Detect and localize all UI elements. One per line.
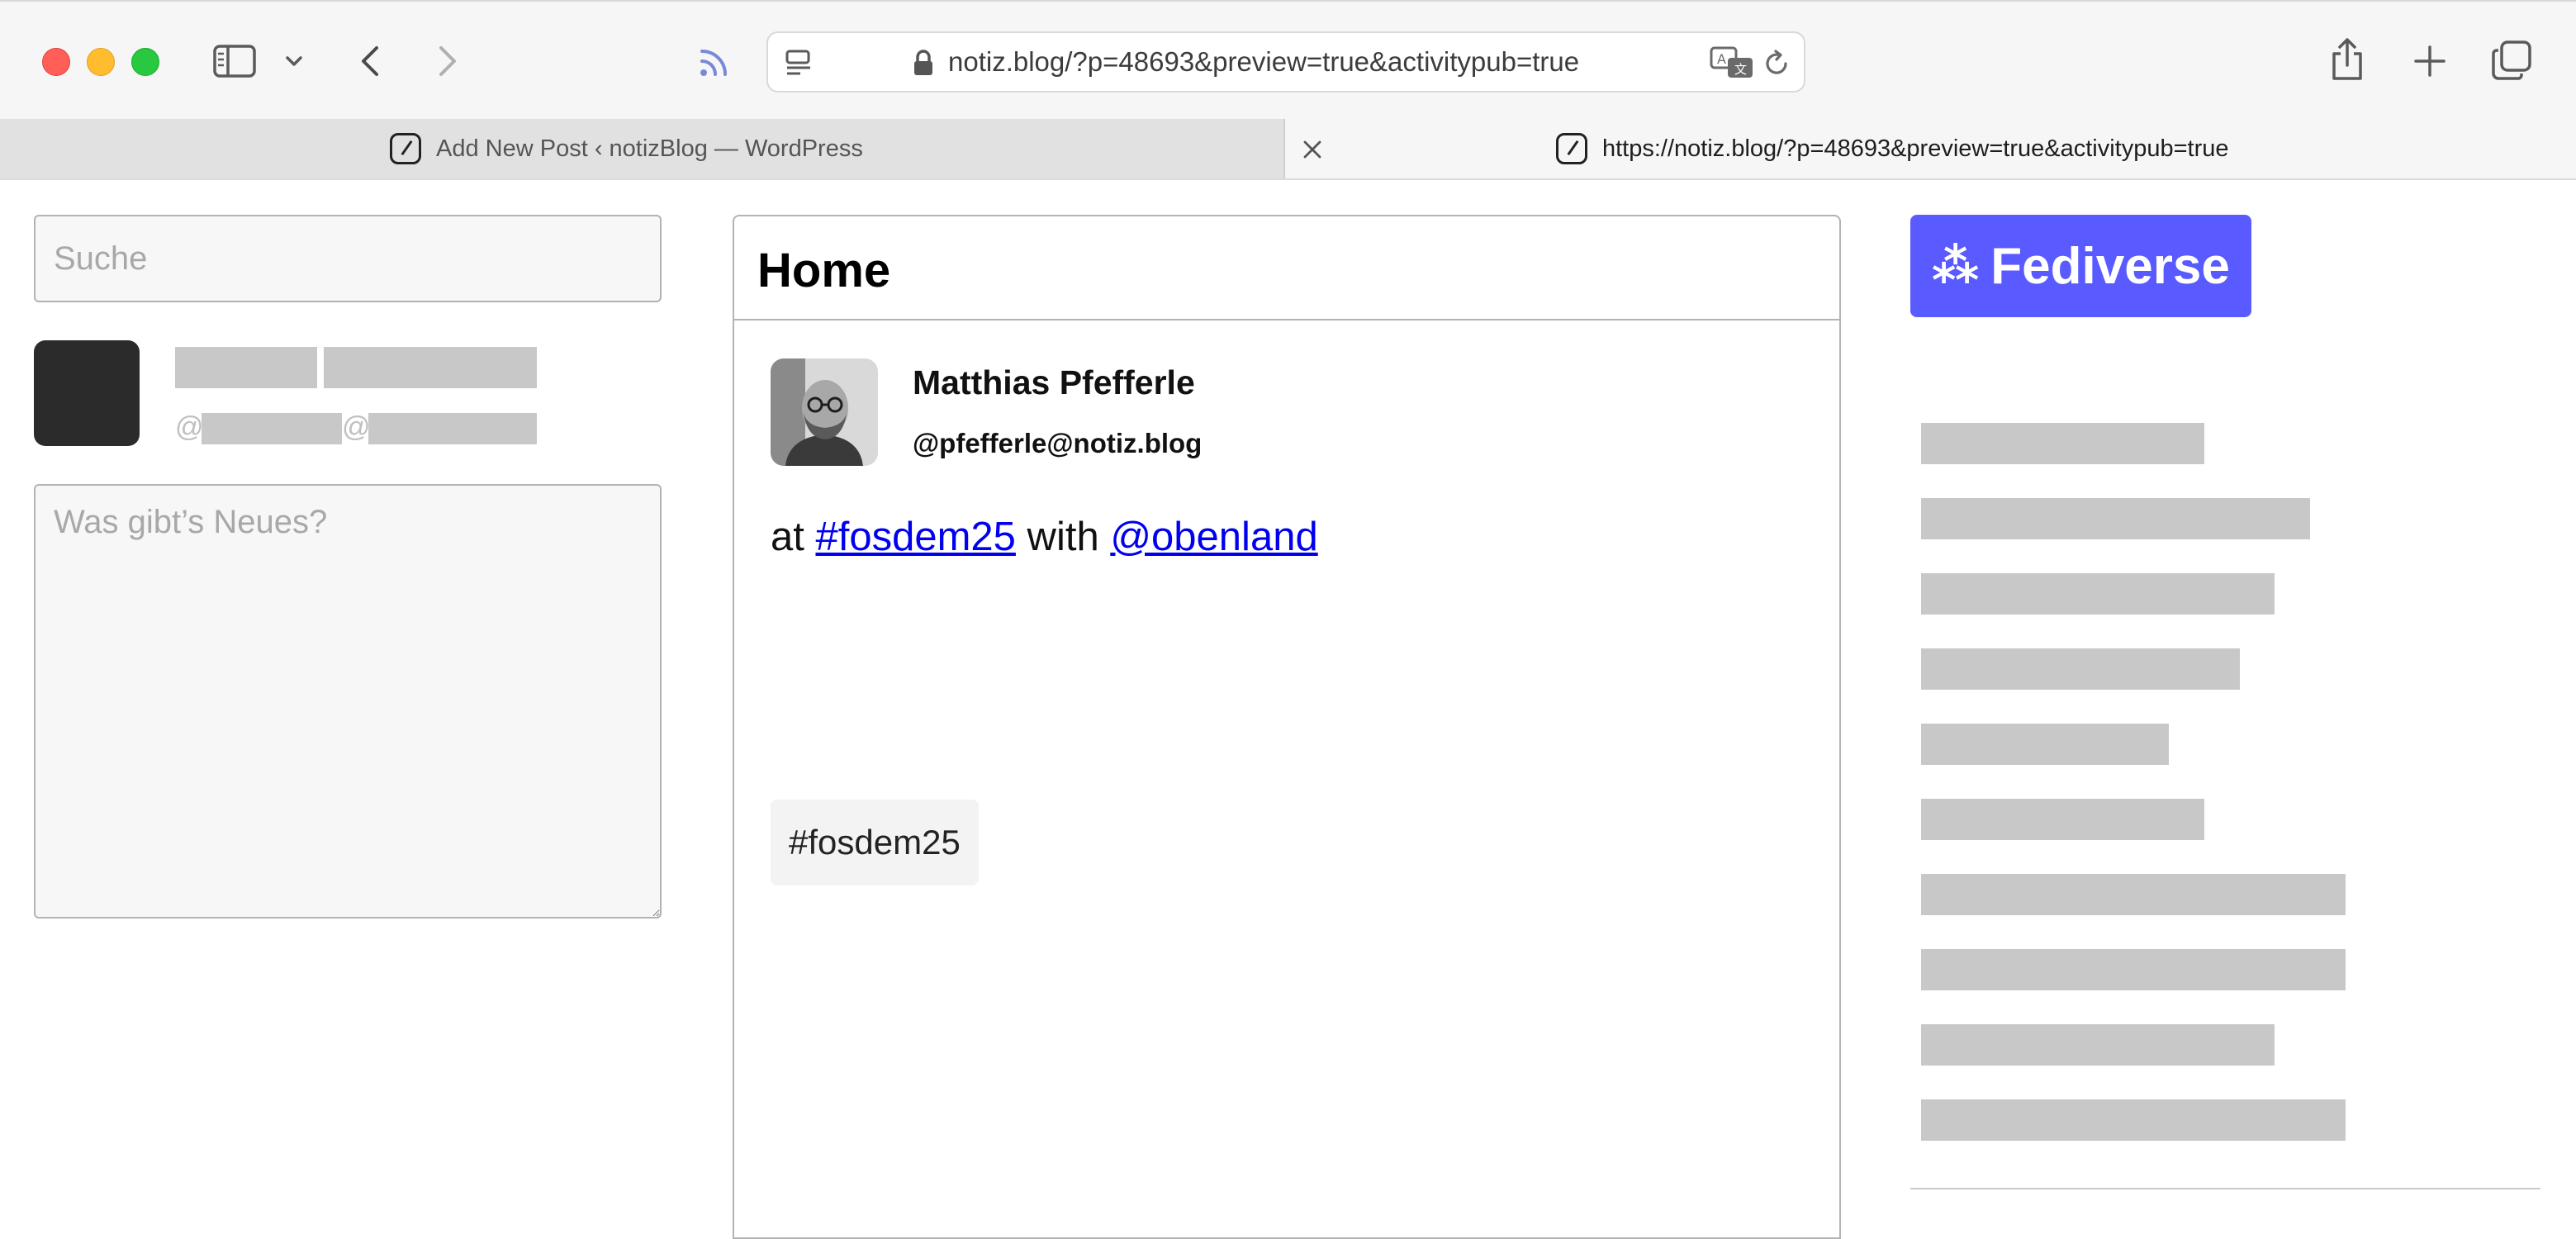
tab-label: https://notiz.blog/?p=48693&preview=true…	[1602, 135, 2229, 162]
compose-textarea[interactable]	[34, 484, 662, 919]
home-timeline: Home Matthias Pfefferle @pfefferle@notiz…	[733, 215, 1841, 1239]
url-text: notiz.blog/?p=48693&preview=true&activit…	[948, 46, 1580, 77]
reload-icon[interactable]	[1761, 48, 1792, 79]
nav-item-placeholder	[1921, 724, 2169, 765]
close-icon[interactable]	[1302, 139, 1323, 160]
author-handle[interactable]: @pfefferle@notiz.blog	[913, 428, 1202, 459]
address-bar[interactable]: notiz.blog/?p=48693&preview=true&activit…	[766, 31, 1805, 93]
post-text: at	[771, 515, 816, 559]
tab-add-new-post[interactable]: Add New Post ‹ notizBlog — WordPress	[0, 119, 1285, 178]
back-icon[interactable]	[355, 43, 385, 79]
share-icon[interactable]	[2327, 36, 2367, 83]
page-title: Home	[757, 244, 891, 297]
nav-item-placeholder	[1921, 648, 2240, 690]
nav-item-placeholder	[1921, 1024, 2275, 1066]
hashtag-chip[interactable]: #fosdem25	[771, 800, 979, 885]
notizblog-favicon-icon	[390, 133, 421, 164]
tab-bar: Add New Post ‹ notizBlog — WordPress htt…	[0, 119, 2576, 180]
notizblog-favicon-icon	[1556, 133, 1587, 164]
zoom-window-button[interactable]	[131, 48, 159, 76]
minimize-window-button[interactable]	[87, 48, 115, 76]
nav-item-placeholder	[1921, 1099, 2346, 1141]
handle-placeholder	[368, 413, 537, 444]
handle-placeholder	[202, 413, 342, 444]
handle-at-sign: @	[342, 411, 371, 443]
nav-item-placeholder	[1921, 949, 2346, 990]
nav-item-placeholder	[1921, 799, 2204, 840]
tabs-overview-icon[interactable]	[2491, 40, 2532, 81]
tab-label: Add New Post ‹ notizBlog — WordPress	[436, 135, 863, 162]
divider	[734, 319, 1839, 320]
display-name-placeholder	[324, 347, 537, 388]
browser-toolbar: notiz.blog/?p=48693&preview=true&activit…	[0, 0, 2576, 119]
author-avatar[interactable]	[771, 358, 878, 466]
fediverse-button[interactable]: ⁂ Fediverse	[1910, 215, 2251, 317]
handle-at-sign: @	[175, 411, 204, 443]
avatar	[34, 340, 140, 446]
svg-text:A: A	[1717, 51, 1726, 67]
hashtag-link[interactable]: #fosdem25	[815, 515, 1015, 559]
close-window-button[interactable]	[42, 48, 70, 76]
fediverse-icon: ⁂	[1932, 240, 1980, 292]
nav-item-placeholder	[1921, 874, 2346, 915]
nav-item-placeholder	[1921, 498, 2310, 539]
fediverse-label: Fediverse	[1990, 237, 2230, 295]
divider	[1910, 1188, 2540, 1189]
rss-icon[interactable]	[695, 45, 732, 81]
nav-item-placeholder	[1921, 573, 2275, 615]
author-name[interactable]: Matthias Pfefferle	[913, 363, 1195, 402]
lock-icon	[910, 48, 937, 78]
tab-preview[interactable]: https://notiz.blog/?p=48693&preview=true…	[1285, 119, 2576, 178]
post-content: at #fosdem25 with @obenland	[771, 514, 1318, 560]
display-name-placeholder	[175, 347, 317, 388]
translate-icon[interactable]: A文	[1710, 46, 1754, 79]
plus-icon[interactable]	[2412, 43, 2448, 79]
reader-icon[interactable]	[783, 48, 816, 78]
chevron-down-icon[interactable]	[282, 51, 306, 71]
nav-item-placeholder	[1921, 423, 2204, 464]
forward-icon[interactable]	[433, 43, 463, 79]
search-input[interactable]	[34, 215, 662, 302]
mention-link[interactable]: @obenland	[1110, 515, 1317, 559]
sidebar-icon[interactable]	[211, 43, 258, 79]
svg-text:文: 文	[1734, 62, 1747, 77]
post-text: with	[1015, 515, 1111, 559]
